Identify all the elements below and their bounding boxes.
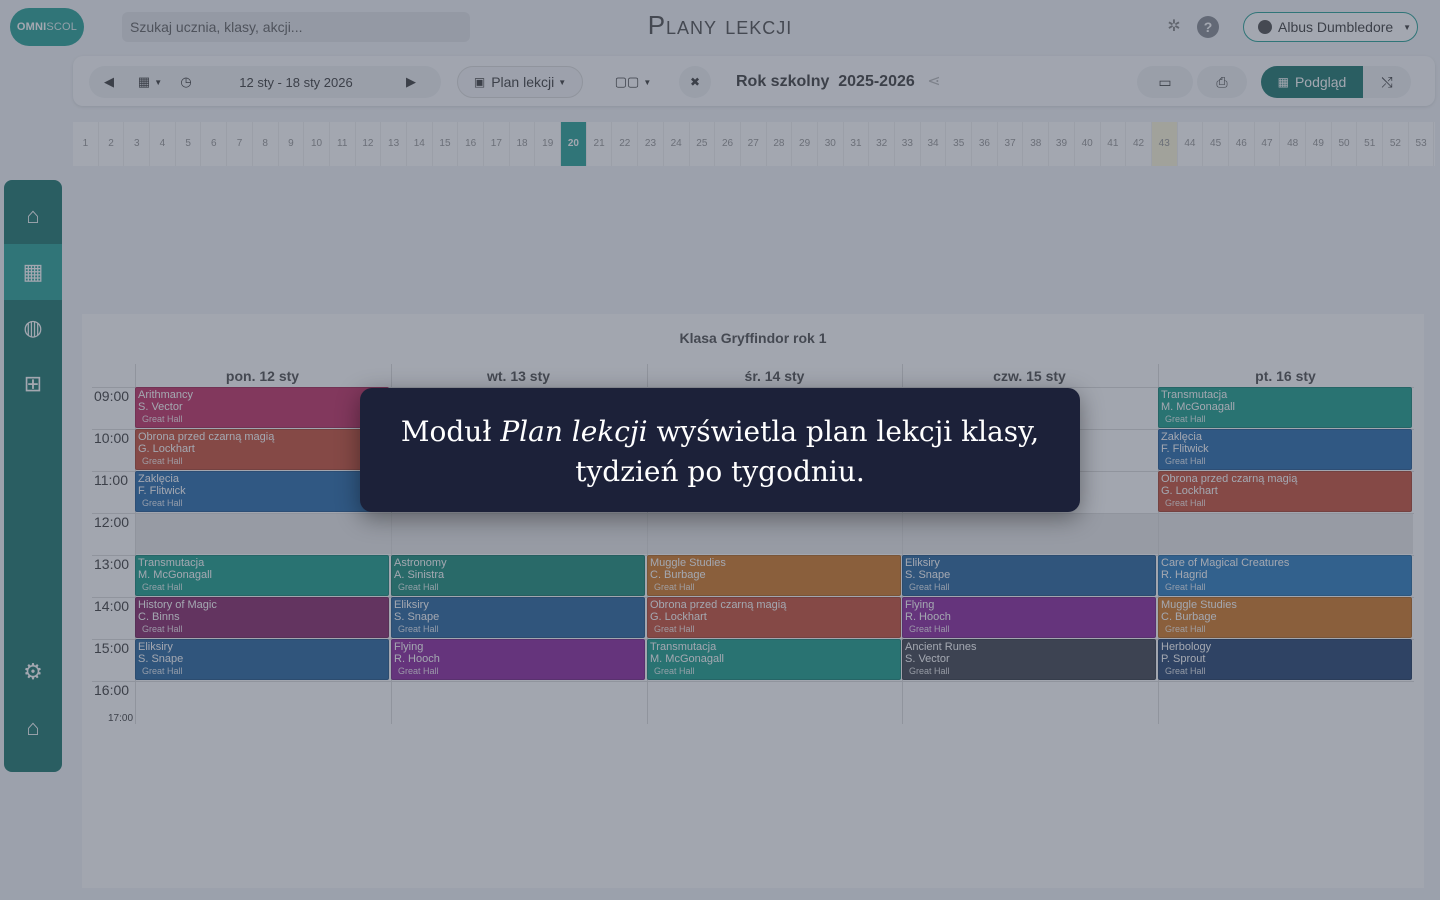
tooltip-prefix: Moduł [400,415,501,448]
tooltip-text-line1: wyświetla plan lekcji klasy, [647,415,1040,448]
tooltip-module-name: Plan lekcji [500,415,648,448]
tooltip-text-line2: tydzień po tygodniu. [575,455,865,488]
tutorial-tooltip: Moduł Plan lekcji wyświetla plan lekcji … [360,388,1080,512]
